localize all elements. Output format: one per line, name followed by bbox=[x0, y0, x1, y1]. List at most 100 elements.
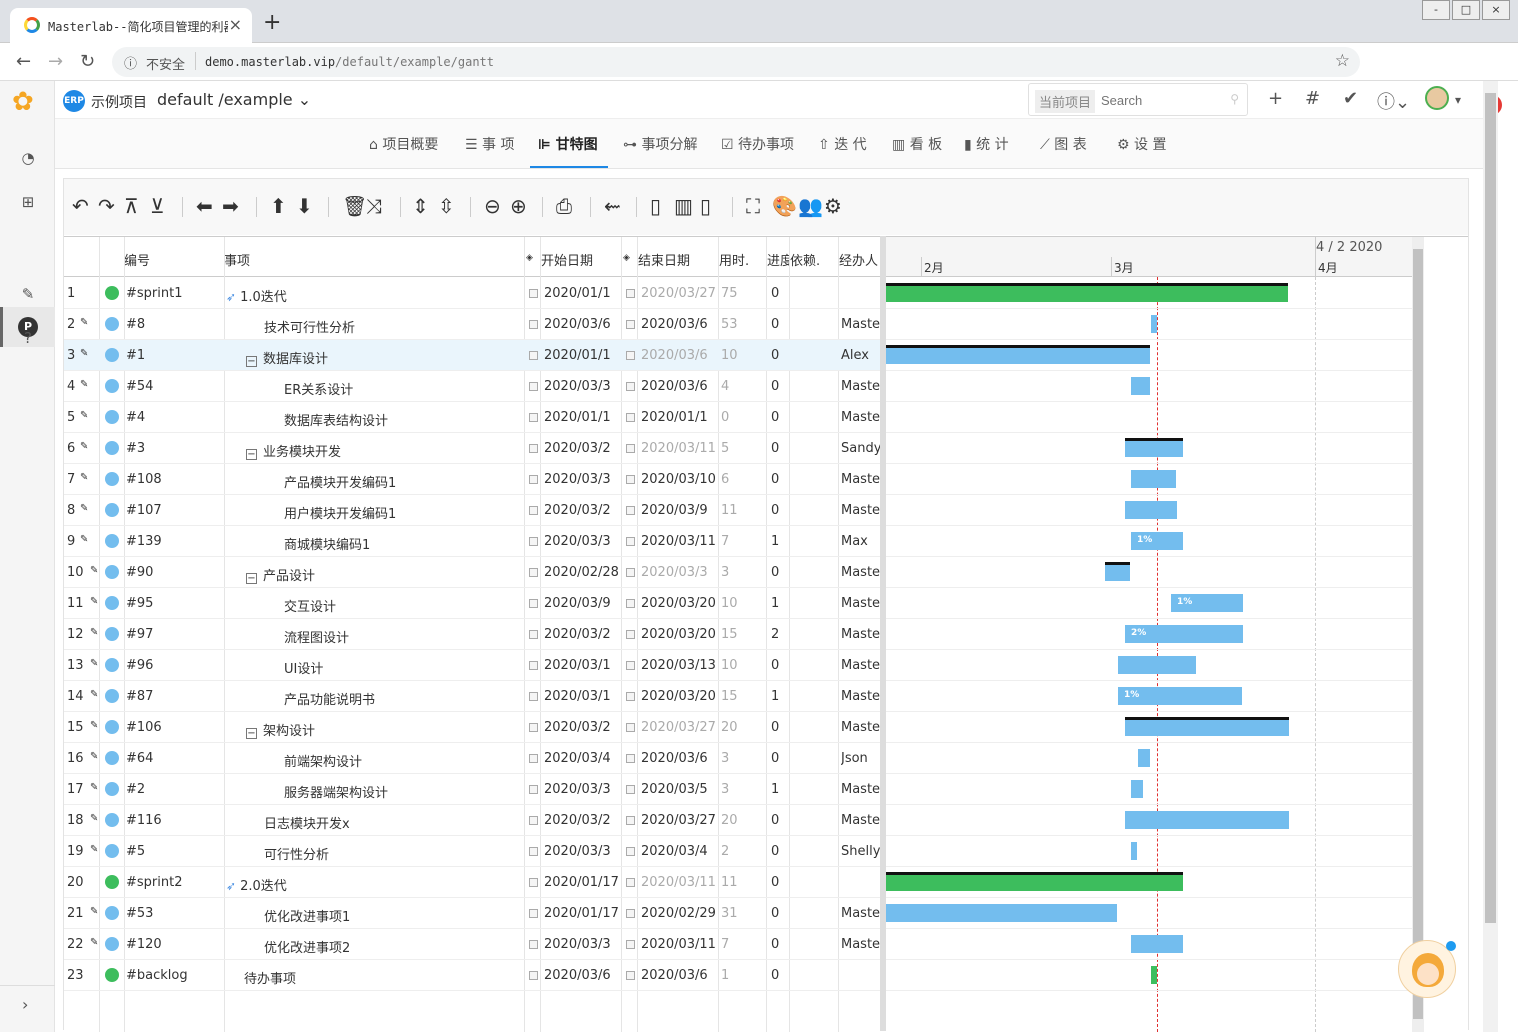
end-date[interactable]: 2020/03/9 bbox=[641, 503, 708, 518]
col-end-header[interactable]: 结束日期 bbox=[638, 250, 690, 269]
task-bar[interactable] bbox=[1151, 966, 1157, 984]
end-date[interactable]: 2020/03/6 bbox=[641, 379, 708, 394]
task-bar[interactable] bbox=[886, 904, 1117, 922]
table-row[interactable]: 1 #sprint1 ➶ 1.0迭代 2020/01/1 2020/03/27 75 0 bbox=[64, 278, 880, 309]
scroll-thumb[interactable] bbox=[1413, 249, 1423, 1019]
tab-issues[interactable]: ☰ 事 项 bbox=[465, 134, 514, 154]
link-arrow-icon[interactable]: ⇜ bbox=[604, 195, 621, 217]
tab-overview[interactable]: ⌂ 项目概要 bbox=[369, 134, 438, 154]
start-milestone-checkbox[interactable] bbox=[529, 692, 538, 701]
collapse-toggle-icon[interactable]: − bbox=[246, 449, 257, 460]
issue-id[interactable]: #120 bbox=[126, 937, 162, 952]
edit-pencil-icon[interactable]: ✎ bbox=[90, 782, 98, 793]
url-field[interactable]: ⓘ 不安全 demo.masterlab.vip/default/example… bbox=[112, 47, 1360, 77]
end-date[interactable]: 2020/03/11 bbox=[641, 534, 716, 549]
start-milestone-checkbox[interactable] bbox=[529, 320, 538, 329]
start-date[interactable]: 2020/03/3 bbox=[544, 782, 611, 797]
duration[interactable]: 3 bbox=[721, 782, 729, 797]
end-milestone-checkbox[interactable] bbox=[626, 816, 635, 825]
assignee[interactable]: Master bbox=[841, 813, 880, 828]
dashboard-icon[interactable]: ◔ bbox=[18, 149, 38, 169]
issue-name[interactable]: 前端架构设计 bbox=[284, 751, 362, 770]
end-milestone-checkbox[interactable] bbox=[626, 413, 635, 422]
duration[interactable]: 31 bbox=[721, 906, 738, 921]
end-date[interactable]: 2020/03/27 bbox=[641, 720, 716, 735]
new-tab-button[interactable]: + bbox=[263, 10, 281, 35]
col-duration-header[interactable]: 用时. bbox=[719, 250, 749, 269]
duration[interactable]: 0 bbox=[721, 410, 729, 425]
assignee[interactable]: Shelly bbox=[841, 844, 880, 859]
minimize-button[interactable]: - bbox=[1422, 0, 1450, 20]
table-row[interactable]: 6 ✎ #3 − 业务模块开发 2020/03/2 2020/03/11 5 0 Sandy bbox=[64, 433, 880, 464]
table-row[interactable]: 19 ✎ #5 可行性分析 2020/03/3 2020/03/4 2 0 Shelly bbox=[64, 836, 880, 867]
page-scrollbar[interactable] bbox=[1483, 81, 1498, 1032]
start-date[interactable]: 2020/03/3 bbox=[544, 472, 611, 487]
end-milestone-checkbox[interactable] bbox=[626, 661, 635, 670]
sprint-bar[interactable] bbox=[886, 872, 1183, 891]
expand-all-icon[interactable]: ⇕ bbox=[412, 195, 429, 217]
end-date[interactable]: 2020/03/27 bbox=[641, 286, 716, 301]
masterlab-logo-icon[interactable]: ✿ bbox=[12, 87, 34, 117]
shuffle-icon[interactable]: ⤨ bbox=[366, 195, 382, 217]
assignee[interactable]: Sandy bbox=[841, 441, 880, 456]
start-milestone-checkbox[interactable] bbox=[529, 878, 538, 887]
end-milestone-checkbox[interactable] bbox=[626, 909, 635, 918]
start-milestone-checkbox[interactable] bbox=[529, 289, 538, 298]
assignee[interactable]: Alex bbox=[841, 348, 880, 363]
redo-icon[interactable]: ↷ bbox=[98, 195, 115, 217]
tab-sprints[interactable]: ⇧ 迭 代 bbox=[818, 134, 867, 154]
start-milestone-checkbox[interactable] bbox=[529, 816, 538, 825]
duration[interactable]: 53 bbox=[721, 317, 738, 332]
end-milestone-checkbox[interactable] bbox=[626, 351, 635, 360]
progress[interactable]: 0 bbox=[771, 906, 779, 921]
edit-pencil-icon[interactable]: ✎ bbox=[90, 937, 98, 948]
show-chart-only-icon[interactable]: ▯ bbox=[700, 195, 711, 217]
issue-name[interactable]: 服务器端架构设计 bbox=[284, 782, 388, 801]
assignee[interactable]: Master bbox=[841, 472, 880, 487]
start-milestone-checkbox[interactable] bbox=[529, 568, 538, 577]
group-bar[interactable] bbox=[886, 345, 1150, 364]
progress[interactable]: 0 bbox=[771, 379, 779, 394]
back-arrow-icon[interactable]: ← bbox=[16, 51, 31, 72]
user-avatar[interactable] bbox=[1425, 86, 1449, 110]
bookmark-star-icon[interactable]: ☆ bbox=[1335, 51, 1350, 71]
start-date[interactable]: 2020/03/2 bbox=[544, 813, 611, 828]
end-milestone-checkbox[interactable] bbox=[626, 630, 635, 639]
zoom-in-icon[interactable]: ⊕ bbox=[510, 195, 527, 217]
tab-breakdown[interactable]: ⊶ 事项分解 bbox=[623, 134, 697, 154]
start-date[interactable]: 2020/03/3 bbox=[544, 379, 611, 394]
table-row[interactable]: 5 ✎ #4 数据库表结构设计 2020/01/1 2020/01/1 0 0 Master bbox=[64, 402, 880, 433]
issue-name[interactable]: 日志模块开发x bbox=[264, 813, 350, 832]
move-down-icon[interactable]: ⬇ bbox=[296, 195, 313, 217]
col-id-header[interactable]: 编号 bbox=[124, 250, 150, 269]
issue-name[interactable]: 待办事项 bbox=[244, 968, 296, 987]
issue-name[interactable]: − 业务模块开发 bbox=[246, 441, 341, 460]
edit-pencil-icon[interactable]: ✎ bbox=[80, 379, 88, 390]
assignee[interactable]: Master bbox=[841, 627, 880, 642]
search-scope-label[interactable]: 当前项目 bbox=[1035, 90, 1096, 113]
progress[interactable]: 0 bbox=[771, 937, 779, 952]
edit-pencil-icon[interactable]: ✎ bbox=[80, 472, 88, 483]
col-start-header[interactable]: 开始日期 bbox=[541, 250, 593, 269]
issue-name[interactable]: − 数据库设计 bbox=[246, 348, 328, 367]
progress[interactable]: 0 bbox=[771, 720, 779, 735]
duration[interactable]: 11 bbox=[721, 875, 738, 890]
edit-pencil-icon[interactable]: ✎ bbox=[90, 751, 98, 762]
assignee[interactable]: Max bbox=[841, 534, 880, 549]
col-name-header[interactable]: 事项 bbox=[224, 250, 250, 269]
issue-name[interactable]: 产品功能说明书 bbox=[284, 689, 375, 708]
start-milestone-checkbox[interactable] bbox=[529, 475, 538, 484]
check-circle-icon[interactable]: ✔ bbox=[1343, 88, 1358, 109]
task-bar[interactable]: 2% bbox=[1125, 625, 1243, 643]
assignee[interactable]: Master bbox=[841, 379, 880, 394]
start-date[interactable]: 2020/02/28 bbox=[544, 565, 619, 580]
edit-pencil-icon[interactable]: ✎ bbox=[90, 565, 98, 576]
duration[interactable]: 20 bbox=[721, 813, 738, 828]
duration[interactable]: 3 bbox=[721, 751, 729, 766]
start-date[interactable]: 2020/01/1 bbox=[544, 348, 611, 363]
progress[interactable]: 1 bbox=[771, 596, 779, 611]
task-bar[interactable]: 1% bbox=[1171, 594, 1243, 612]
issue-id[interactable]: #90 bbox=[126, 565, 153, 580]
task-bar[interactable] bbox=[1131, 470, 1176, 488]
print-icon[interactable]: ⎙ bbox=[556, 195, 572, 217]
